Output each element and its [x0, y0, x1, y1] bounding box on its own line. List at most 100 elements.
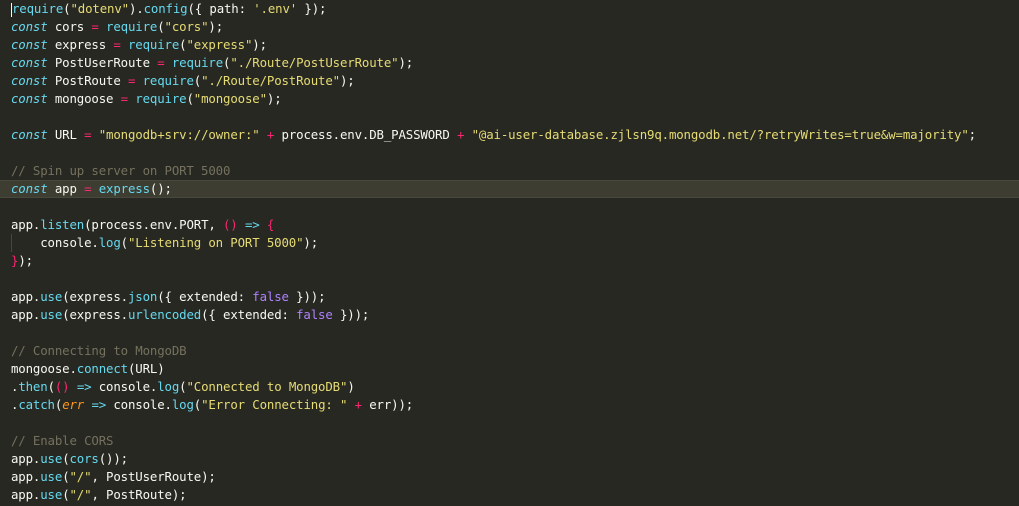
code-string: "dotenv": [70, 1, 129, 16]
code-line[interactable]: [0, 144, 1019, 162]
code-line[interactable]: [0, 324, 1019, 342]
code-line-active[interactable]: const app = express();: [0, 180, 1019, 198]
code-line[interactable]: const express = require("express");: [0, 36, 1019, 54]
code-text: (: [62, 469, 70, 484]
code-text: app.: [11, 307, 41, 322]
code-text: , PostRoute);: [91, 487, 187, 502]
code-operator: =: [113, 37, 121, 52]
code-text: );: [339, 73, 355, 88]
code-text: (: [120, 235, 128, 250]
code-string: "Connected to MongoDB": [186, 379, 348, 394]
code-text: console.: [11, 235, 99, 250]
code-text: (: [62, 487, 70, 502]
code-keyword: const: [11, 19, 48, 34]
code-function: require: [142, 73, 194, 88]
code-keyword: const: [11, 37, 48, 52]
code-comment: // Spin up server on PORT 5000: [11, 163, 231, 178]
code-function: express: [98, 181, 150, 196]
code-line[interactable]: app.use(express.urlencoded({ extended: f…: [0, 306, 1019, 324]
code-line[interactable]: const cors = require("cors");: [0, 18, 1019, 36]
code-text: cors: [47, 19, 92, 34]
code-line[interactable]: // Spin up server on PORT 5000: [0, 162, 1019, 180]
code-constant: false: [252, 289, 289, 304]
code-keyword: const: [11, 55, 48, 70]
code-string: "./Route/PostUserRoute": [230, 55, 399, 70]
code-text: (express.: [62, 307, 128, 322]
code-parameter: err: [62, 397, 85, 412]
code-keyword: const: [11, 181, 48, 196]
code-function: require: [106, 19, 158, 34]
code-function: log: [98, 235, 121, 250]
code-text: ({ path:: [187, 1, 254, 16]
code-line[interactable]: .then(() => console.log("Connected to Mo…: [0, 378, 1019, 396]
code-line[interactable]: const URL = "mongodb+srv://owner:" + pro…: [0, 126, 1019, 144]
code-text: , PostUserRoute);: [91, 469, 216, 484]
code-line[interactable]: require("dotenv").config({ path: '.env' …: [0, 0, 1019, 18]
code-text: app.: [11, 217, 41, 232]
code-line[interactable]: [0, 198, 1019, 216]
code-string: "./Route/PostRoute": [201, 73, 340, 88]
code-string: '.env': [253, 1, 298, 16]
code-text: app: [47, 181, 85, 196]
code-text: PostRoute: [47, 73, 128, 88]
code-operator: =: [157, 55, 165, 70]
code-line[interactable]: const PostUserRoute = require("./Route/P…: [0, 54, 1019, 72]
code-text: (express.: [62, 289, 128, 304]
code-function: cors: [69, 451, 99, 466]
code-line[interactable]: // Connecting to MongoDB: [0, 342, 1019, 360]
code-string: "/": [69, 469, 92, 484]
code-text: mongoose: [47, 91, 121, 106]
code-text: (: [157, 19, 165, 34]
code-string: "cors": [164, 19, 209, 34]
code-function: use: [40, 289, 63, 304]
code-line[interactable]: app.use(express.json({ extended: false }…: [0, 288, 1019, 306]
code-function: use: [40, 451, 63, 466]
code-text: err));: [361, 397, 414, 412]
code-line[interactable]: const mongoose = require("mongoose");: [0, 90, 1019, 108]
code-text: });: [297, 1, 327, 16]
code-string: "Listening on PORT 5000": [127, 235, 304, 250]
code-comment: // Connecting to MongoDB: [11, 343, 187, 358]
code-line[interactable]: [0, 270, 1019, 288]
code-line[interactable]: .catch(err => console.log("Error Connect…: [0, 396, 1019, 414]
code-function: config: [143, 1, 188, 16]
code-line[interactable]: app.use("/", PostUserRoute);: [0, 468, 1019, 486]
code-line[interactable]: [0, 414, 1019, 432]
code-line[interactable]: app.use(cors());: [0, 450, 1019, 468]
code-function: json: [127, 289, 158, 304]
code-text: (process.env.PORT,: [84, 217, 223, 232]
code-string: "Error Connecting: ": [201, 397, 348, 412]
code-line[interactable]: console.log("Listening on PORT 5000");: [0, 234, 1019, 252]
code-line[interactable]: app.listen(process.env.PORT, () => {: [0, 216, 1019, 234]
code-line[interactable]: app.use("/", PostRoute);: [0, 486, 1019, 504]
indent-guide: [11, 234, 12, 252]
code-string: "express": [186, 37, 253, 52]
code-text: ());: [98, 451, 128, 466]
code-text: ({ extended:: [157, 289, 253, 304]
code-text: app.: [11, 469, 41, 484]
code-line[interactable]: // Enable CORS: [0, 432, 1019, 450]
code-constant: false: [296, 307, 333, 322]
code-string: "@ai-user-database.zjlsn9q.mongodb.net/?…: [471, 127, 969, 142]
code-function: require: [135, 91, 187, 106]
code-function: catch: [18, 397, 55, 412]
code-editor[interactable]: require("dotenv").config({ path: '.env' …: [0, 0, 1019, 506]
code-keyword: =>: [244, 217, 260, 232]
code-string: "mongodb+srv://owner:": [98, 127, 260, 142]
code-line[interactable]: mongoose.connect(URL): [0, 360, 1019, 378]
code-line[interactable]: [0, 108, 1019, 126]
code-line[interactable]: });: [0, 252, 1019, 270]
code-function: require: [12, 1, 64, 16]
code-function: urlencoded: [127, 307, 202, 322]
code-operator: {: [266, 217, 275, 232]
code-line[interactable]: const PostRoute = require("./Route/PostR…: [0, 72, 1019, 90]
code-function: listen: [40, 217, 85, 232]
code-function: require: [171, 55, 224, 70]
